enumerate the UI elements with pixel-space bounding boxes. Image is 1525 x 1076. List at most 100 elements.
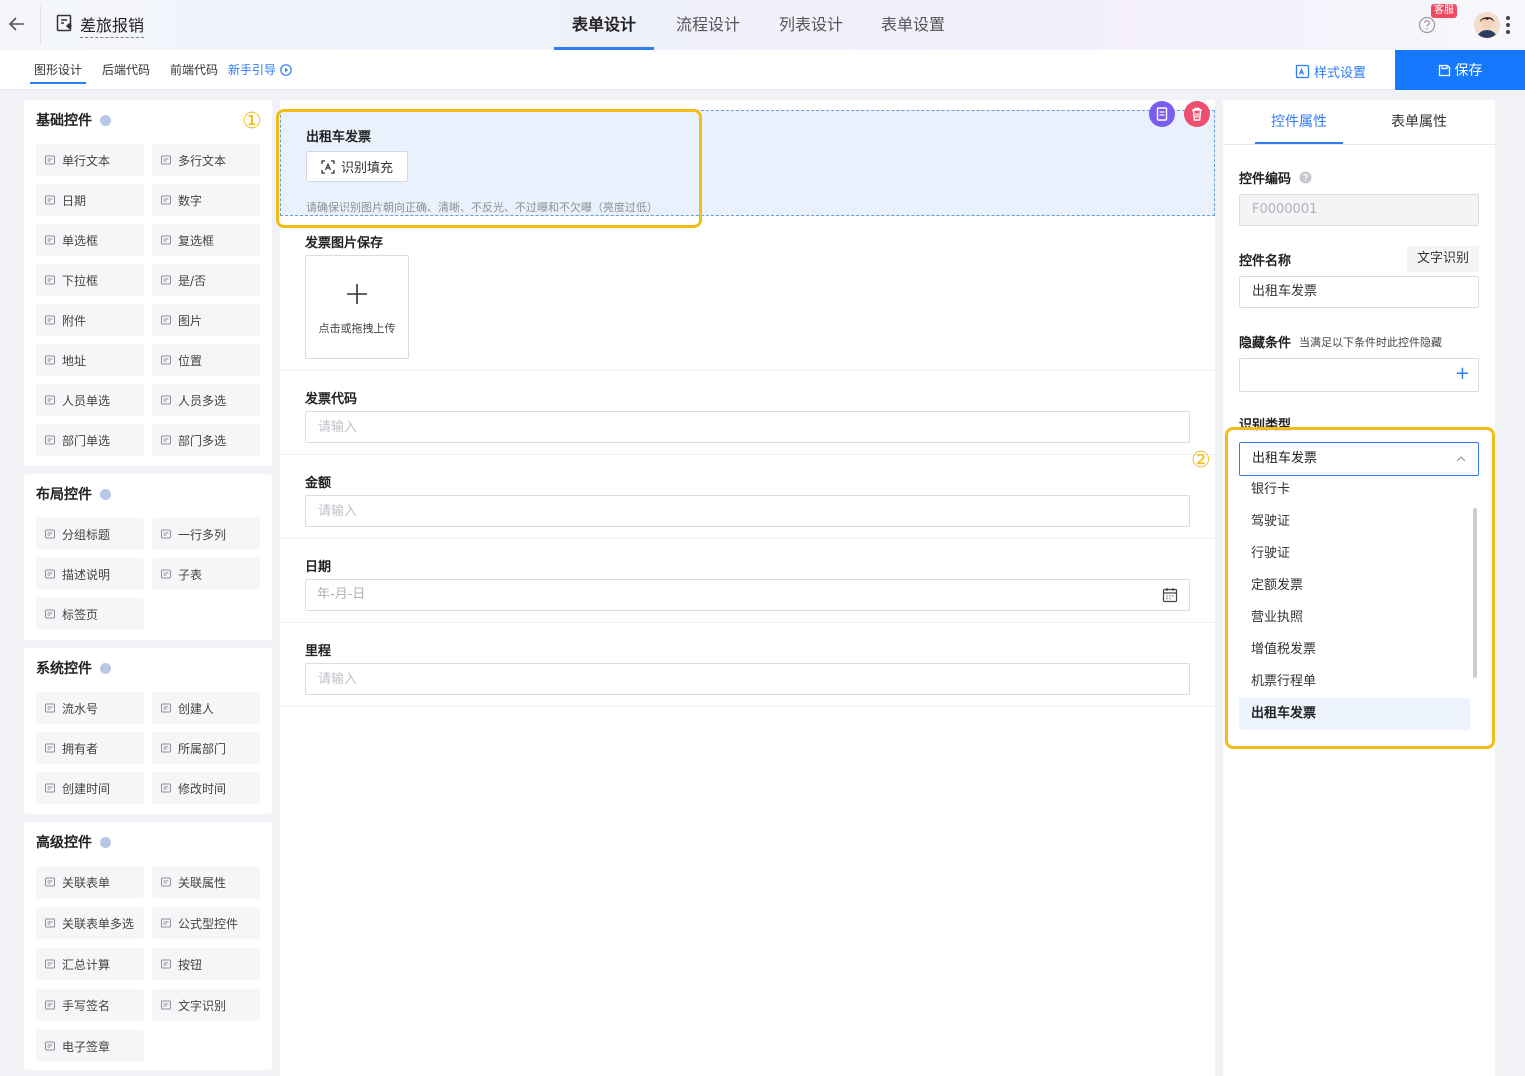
palette-item-label: 公式型控件	[178, 916, 239, 931]
palette-item[interactable]: 单选框	[36, 224, 144, 256]
palette-item[interactable]: 所属部门	[152, 732, 260, 764]
style-settings-button[interactable]: 样式设置	[1295, 62, 1366, 81]
palette-item[interactable]: 附件	[36, 304, 144, 336]
palette-item[interactable]: 部门多选	[152, 424, 260, 456]
palette-item[interactable]: 汇总计算	[36, 948, 144, 980]
palette-item[interactable]: 手写签名	[36, 989, 144, 1021]
palette-item[interactable]: 多行文本	[152, 144, 260, 176]
palette-group: 基础控件 单行文本 多行文本 日期 数字 单选框 复选框 下拉框 是/否 附件 图片 地址 位置 人员单选…	[24, 100, 272, 466]
delete-field-icon[interactable]	[1184, 101, 1210, 127]
palette-item[interactable]: 创建时间	[36, 772, 144, 804]
control-icon	[160, 528, 172, 540]
palette-item-label: 手写签名	[62, 998, 111, 1013]
tab-backend-code[interactable]: 后端代码	[102, 50, 150, 90]
field-label-invoice-code: 发票代码	[305, 392, 358, 407]
palette-group-title: 布局控件	[36, 487, 92, 503]
divider	[280, 622, 1215, 623]
palette-item[interactable]: 下拉框	[36, 264, 144, 296]
palette-item[interactable]: 公式型控件	[152, 907, 260, 939]
palette-item[interactable]: 分组标题	[36, 518, 144, 550]
palette-item[interactable]: 是/否	[152, 264, 260, 296]
palette-item[interactable]: 子表	[152, 558, 260, 590]
tab-graphic-design[interactable]: 图形设计	[29, 50, 87, 90]
palette-item[interactable]: 人员单选	[36, 384, 144, 416]
palette-item[interactable]: 关联表单	[36, 866, 144, 898]
palette-item[interactable]: 数字	[152, 184, 260, 216]
palette-item[interactable]: 标签页	[36, 598, 144, 630]
tab-form-settings[interactable]: 表单设置	[881, 0, 945, 50]
palette-item[interactable]: 复选框	[152, 224, 260, 256]
palette-item[interactable]: 图片	[152, 304, 260, 336]
palette-item[interactable]: 日期	[36, 184, 144, 216]
invoice-code-input[interactable]	[305, 411, 1190, 443]
add-icon[interactable]: +	[1455, 365, 1470, 383]
mileage-input[interactable]	[305, 663, 1190, 695]
save-button[interactable]: 保存	[1395, 50, 1525, 90]
control-icon	[44, 958, 56, 970]
tab-frontend-code[interactable]: 前端代码	[170, 50, 218, 90]
palette-item-label: 单行文本	[62, 153, 111, 168]
palette-item-label: 子表	[178, 567, 203, 582]
play-circle-icon	[280, 64, 292, 76]
app-title[interactable]: 差旅报销	[80, 12, 145, 38]
palette-item[interactable]: 关联表单多选	[36, 907, 144, 939]
tab-flow-design[interactable]: 流程设计	[676, 0, 740, 50]
code-label-row: 控件编码	[1239, 168, 1312, 187]
palette-item[interactable]: 电子签章	[36, 1030, 144, 1062]
tab-form-properties[interactable]: 表单属性	[1375, 100, 1463, 144]
hide-condition-input[interactable]: +	[1239, 358, 1479, 392]
palette-item-label: 是/否	[178, 273, 207, 288]
palette-item[interactable]: 流水号	[36, 692, 144, 724]
date-picker[interactable]	[305, 579, 1190, 611]
palette-group: 布局控件分组标题 一行多列 描述说明 子表标签页	[24, 474, 272, 640]
image-upload-area[interactable]: 点击或拖拽上传	[305, 255, 409, 359]
palette-item[interactable]: 按钮	[152, 948, 260, 980]
guide-link[interactable]: 新手引导	[228, 50, 292, 90]
field-label-mileage: 里程	[305, 644, 332, 659]
tab-form-design[interactable]: 表单设计	[554, 0, 654, 50]
palette-item[interactable]: 部门单选	[36, 424, 144, 456]
ocr-tag-button[interactable]: 文字识别	[1407, 246, 1479, 272]
date-placeholder: 年-月-日	[317, 587, 366, 602]
name-input[interactable]: 出租车发票	[1239, 276, 1479, 308]
palette-item[interactable]: 单行文本	[36, 144, 144, 176]
arrow-left-icon[interactable]	[6, 13, 28, 35]
hide-label: 隐藏条件	[1239, 336, 1292, 351]
control-icon	[160, 434, 172, 446]
copy-field-icon[interactable]	[1149, 101, 1175, 127]
control-icon	[44, 1040, 56, 1052]
palette-item[interactable]: 创建人	[152, 692, 260, 724]
palette-item-label: 分组标题	[62, 527, 111, 542]
control-icon	[44, 568, 56, 580]
palette-item[interactable]: 一行多列	[152, 518, 260, 550]
palette-item-label: 拥有者	[62, 741, 99, 756]
guide-label: 新手引导	[228, 63, 277, 77]
palette-item[interactable]: 拥有者	[36, 732, 144, 764]
palette-item[interactable]: 描述说明	[36, 558, 144, 590]
palette-item[interactable]: 文字识别	[152, 989, 260, 1021]
hide-sub-label: 当满足以下条件时此控件隐藏	[1299, 335, 1443, 349]
palette-item[interactable]: 地址	[36, 344, 144, 376]
control-icon	[160, 154, 172, 166]
field-label-date: 日期	[305, 560, 332, 575]
palette-item-label: 所属部门	[178, 741, 227, 756]
help-icon[interactable]	[1418, 16, 1436, 34]
sub-toolbar: 图形设计 后端代码 前端代码 新手引导 样式设置 保存	[0, 50, 1525, 90]
palette-item[interactable]: 人员多选	[152, 384, 260, 416]
code-input[interactable]: F0000001	[1239, 194, 1479, 226]
palette-item-label: 部门多选	[178, 433, 227, 448]
control-icon	[160, 314, 172, 326]
customer-service-badge[interactable]: 客服	[1431, 4, 1457, 18]
calendar-icon[interactable]	[1162, 587, 1178, 603]
amount-input[interactable]	[305, 495, 1190, 527]
more-menu-icon[interactable]	[1505, 14, 1511, 36]
tab-list-design[interactable]: 列表设计	[779, 0, 843, 50]
palette-item[interactable]: 位置	[152, 344, 260, 376]
palette-item-label: 位置	[178, 353, 203, 368]
palette-item[interactable]: 关联属性	[152, 866, 260, 898]
palette-item[interactable]: 修改时间	[152, 772, 260, 804]
form-app-icon	[56, 14, 74, 32]
control-icon	[44, 274, 56, 286]
avatar[interactable]	[1474, 12, 1500, 38]
tab-control-properties[interactable]: 控件属性	[1255, 100, 1343, 144]
